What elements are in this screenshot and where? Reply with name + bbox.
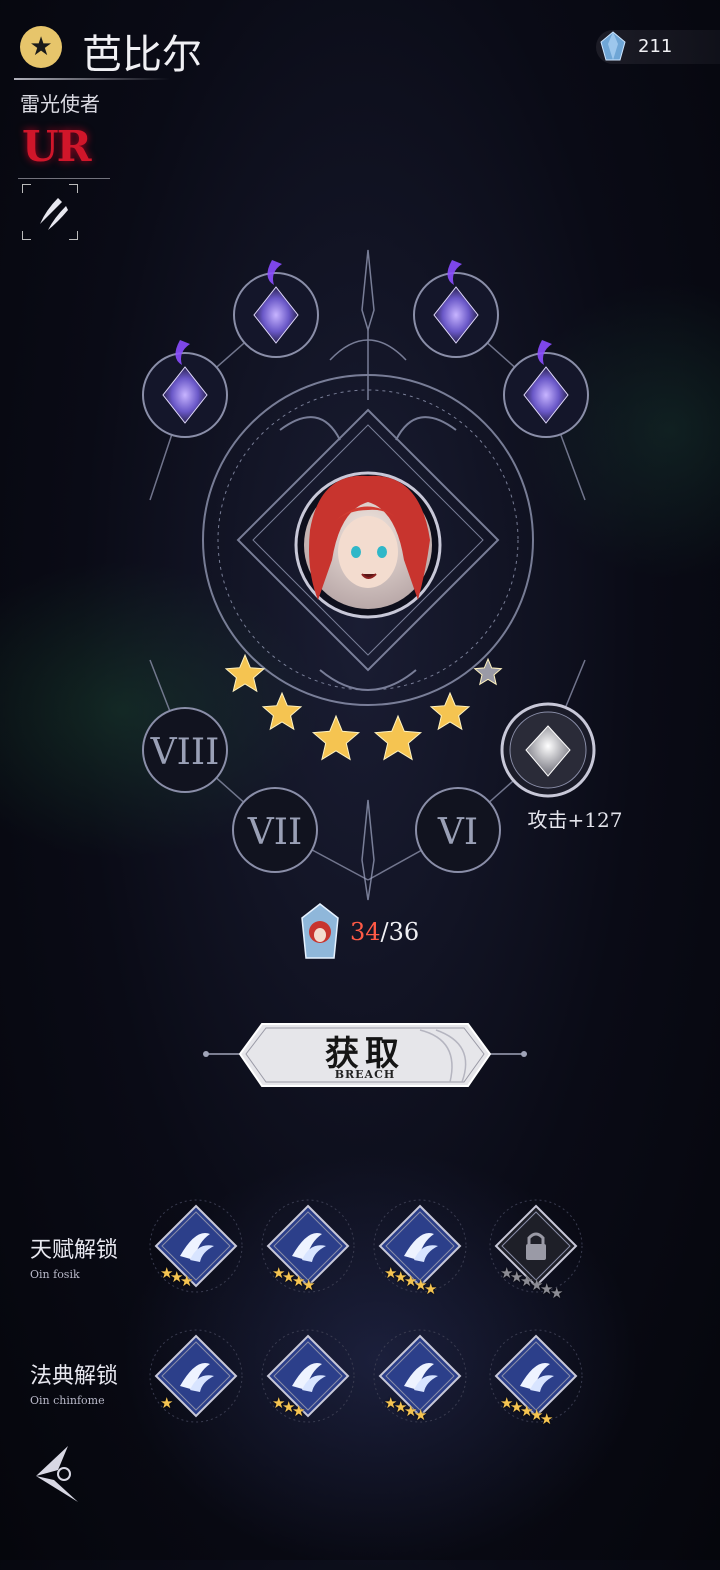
crystal-gem-icon <box>600 31 626 61</box>
requirement-star: ★ <box>424 1280 438 1298</box>
shard-total: /36 <box>380 918 420 946</box>
requirement-star: ★ <box>550 1284 564 1302</box>
requirement-star: ★ <box>540 1410 554 1428</box>
roman-numeral-label: VII <box>247 812 302 853</box>
requirement-star: ★ <box>414 1406 428 1424</box>
requirement-star: ★ <box>180 1272 194 1290</box>
currency-counter[interactable]: 211 <box>596 30 720 64</box>
skill-slot[interactable]: ★ ★ ★ ★ <box>370 1328 470 1428</box>
rarity-divider <box>18 178 110 179</box>
rarity-badge: UR <box>22 122 92 171</box>
talent-sublabel: Oin fosik <box>30 1268 80 1281</box>
acquire-button[interactable]: 获取 BREACH <box>200 1020 530 1090</box>
rating-star <box>261 691 303 731</box>
codex-label: 法典解锁 <box>30 1364 119 1389</box>
skill-slot[interactable]: ★ ★ ★ ★ <box>258 1198 358 1298</box>
skill-star-requirement: ★ ★ ★ <box>160 1264 250 1294</box>
attack-bonus-text: 攻击+127 <box>528 808 623 832</box>
skill-slot[interactable]: ★ ★ ★ <box>146 1198 246 1298</box>
skill-star-requirement: ★ <box>160 1394 250 1424</box>
character-portrait[interactable] <box>294 471 442 619</box>
gem-node[interactable] <box>503 340 589 438</box>
name-divider <box>14 78 170 80</box>
class-icon[interactable] <box>22 184 78 240</box>
character-name: 芭比尔 <box>82 32 202 78</box>
back-button[interactable] <box>28 1440 88 1510</box>
skill-star-requirement: ★ ★ ★ ★ <box>384 1394 474 1424</box>
character-title: 雷光使者 <box>20 92 100 116</box>
shard-current: 34 <box>350 918 381 946</box>
skill-star-requirement: ★ ★ ★ ★ ★ <box>500 1394 590 1428</box>
back-arrow-icon <box>36 1446 78 1502</box>
codex-sublabel: Oin chinfome <box>30 1394 105 1407</box>
rating-star <box>429 691 471 731</box>
skill-slot[interactable]: ★ <box>146 1328 246 1428</box>
codex-row-label: 法典解锁 Oin chinfome <box>30 1358 118 1407</box>
skill-star-requirement: ★ ★ ★ ★ ★ ★ <box>500 1264 590 1302</box>
skill-star-requirement: ★ ★ ★ ★ ★ <box>384 1264 474 1298</box>
acquire-sublabel: BREACH <box>334 1068 396 1081</box>
rating-star <box>373 714 423 761</box>
skill-star-requirement: ★ ★ ★ ★ <box>272 1264 362 1294</box>
requirement-star: ★ <box>292 1402 306 1420</box>
gem-node[interactable] <box>233 260 319 358</box>
skill-slot[interactable]: ★ ★ ★ ★ ★ ★ <box>486 1198 586 1302</box>
requirement-star: ★ <box>160 1394 174 1412</box>
skill-slot[interactable]: ★ ★ ★ <box>258 1328 358 1428</box>
element-star-icon: ★ <box>20 26 62 68</box>
rating-star <box>311 714 361 761</box>
rating-star <box>224 653 266 693</box>
talent-row-label: 天赋解锁 Oin fosik <box>30 1232 118 1281</box>
character-shard-icon <box>301 903 339 959</box>
shard-counter: 34/36 <box>298 902 438 964</box>
skill-slot[interactable]: ★ ★ ★ ★ ★ <box>486 1328 586 1428</box>
skill-slot[interactable]: ★ ★ ★ ★ ★ <box>370 1198 470 1298</box>
gem-node[interactable] <box>142 340 228 438</box>
constellation-chart: VIII VII VI 攻击+127 <box>142 249 623 901</box>
roman-numeral-label: VIII <box>150 732 220 773</box>
talent-label: 天赋解锁 <box>30 1238 119 1263</box>
requirement-star: ★ <box>302 1276 316 1294</box>
skill-star-requirement: ★ ★ ★ <box>272 1394 362 1424</box>
currency-amount: 211 <box>638 36 673 57</box>
gem-node[interactable] <box>413 260 499 358</box>
roman-numeral-label: VI <box>437 812 478 853</box>
attack-bonus-node[interactable] <box>500 702 596 798</box>
